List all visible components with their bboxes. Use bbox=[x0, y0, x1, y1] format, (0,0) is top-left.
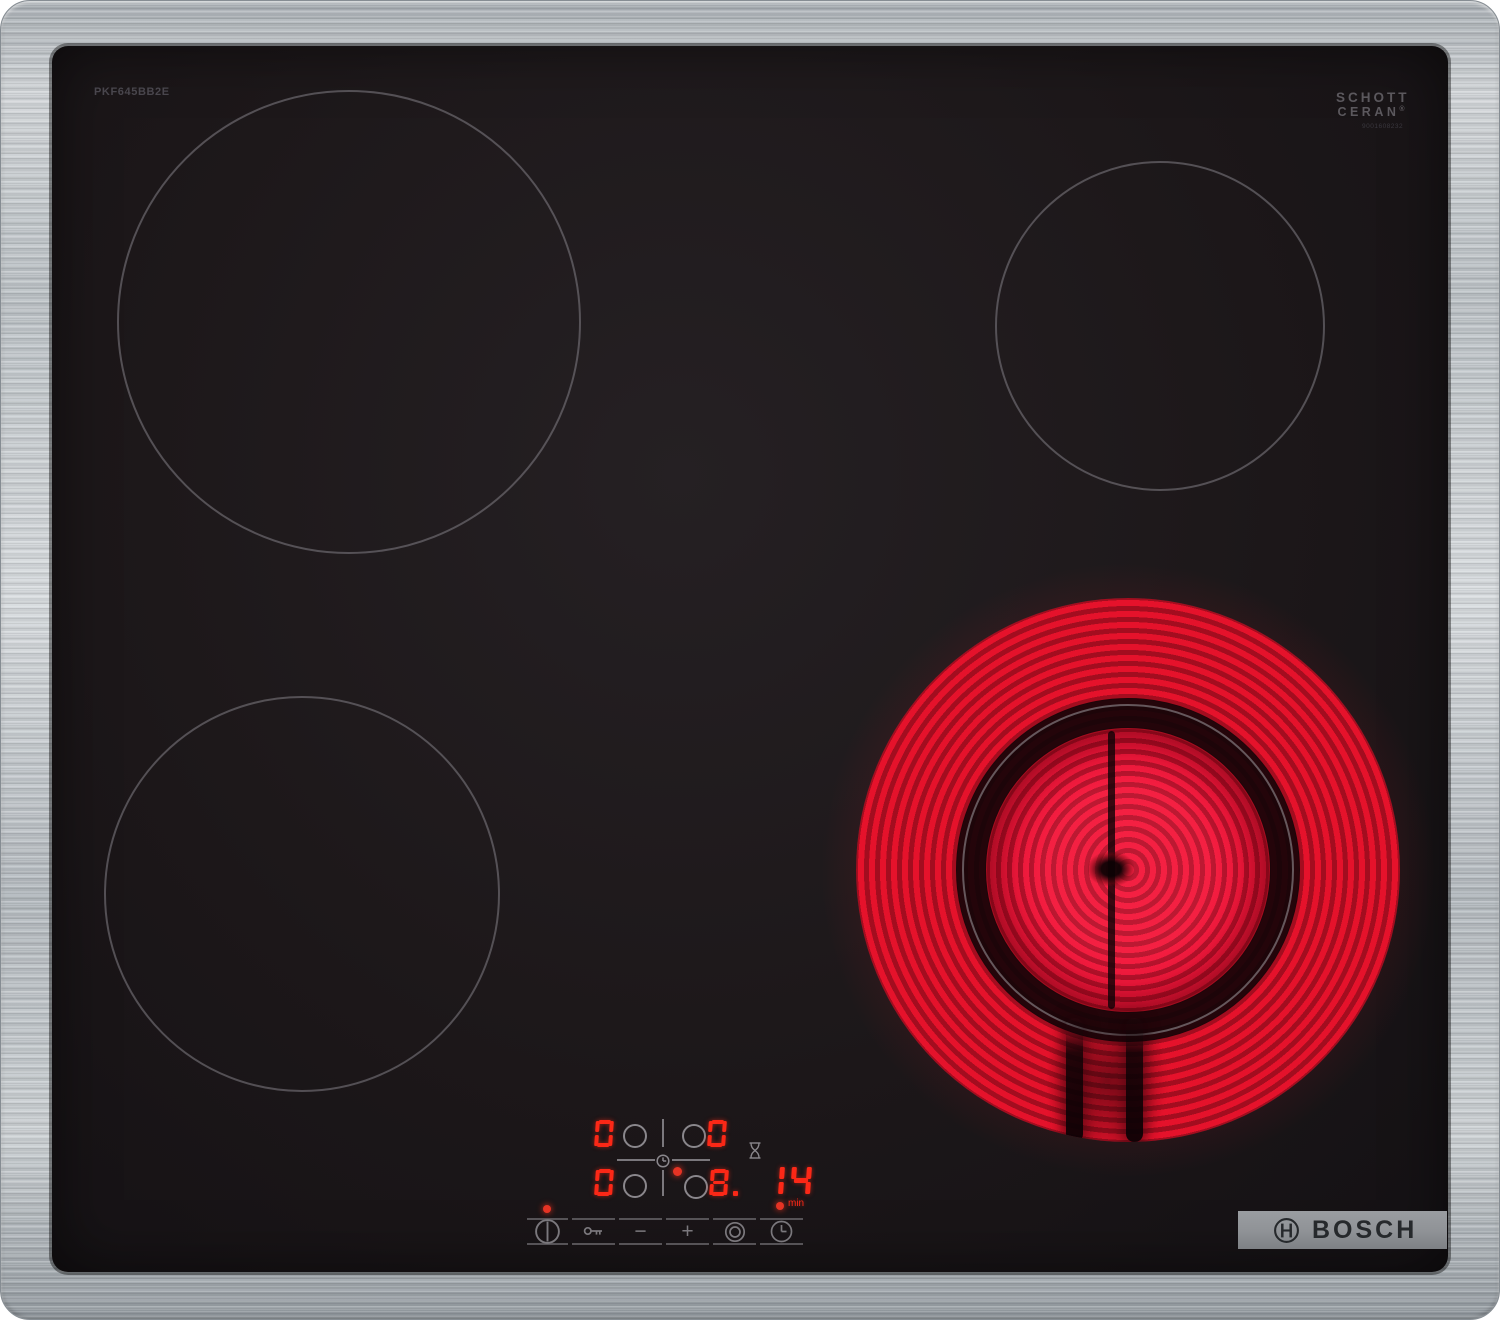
plus-sign: + bbox=[681, 1220, 694, 1243]
display-divider-vertical-bottom bbox=[662, 1170, 664, 1196]
zone-select-back-left[interactable] bbox=[623, 1124, 647, 1148]
zone-level-display-back-right bbox=[707, 1120, 727, 1147]
ceramic-glass-surface: PKF645BB2E SCHOTT CERAN® 9001608232 min … bbox=[52, 46, 1448, 1272]
timer-unit-label: min bbox=[788, 1198, 805, 1209]
zone-select-front-right[interactable] bbox=[684, 1175, 708, 1199]
key-icon bbox=[583, 1226, 602, 1236]
element-connector-slot bbox=[1066, 1018, 1083, 1142]
timer-display bbox=[764, 1165, 812, 1196]
schott-logo-line2: CERAN® bbox=[1337, 105, 1405, 120]
registered-mark: ® bbox=[1399, 106, 1405, 114]
hourglass-icon bbox=[749, 1142, 761, 1159]
timer-indicator-led bbox=[776, 1202, 784, 1210]
active-zone-indicator-led bbox=[673, 1167, 682, 1176]
zone-level-display-back-left bbox=[594, 1120, 614, 1147]
increase-button[interactable]: + bbox=[666, 1218, 709, 1245]
bosch-ceramic-hob: PKF645BB2E SCHOTT CERAN® 9001608232 min … bbox=[0, 0, 1500, 1320]
cooking-zone-front-right-active bbox=[856, 598, 1400, 1142]
model-number-label: PKF645BB2E bbox=[94, 86, 170, 98]
power-indicator-led bbox=[543, 1205, 551, 1213]
display-divider-horizontal-left bbox=[617, 1159, 655, 1161]
connector-shadow bbox=[1046, 1004, 1168, 1142]
element-center-mount bbox=[1088, 852, 1134, 886]
timer-button[interactable] bbox=[760, 1218, 803, 1245]
zone-level-display-front-right bbox=[709, 1169, 738, 1196]
bosch-brand-badge: BOSCH bbox=[1238, 1211, 1447, 1249]
dual-zone-button[interactable] bbox=[713, 1218, 756, 1245]
minus-sign: − bbox=[634, 1220, 647, 1243]
clock-icon bbox=[656, 1154, 670, 1168]
schott-ceran-logo: SCHOTT CERAN® 9001608232 bbox=[1336, 90, 1410, 131]
zone-level-display-front-left bbox=[594, 1169, 614, 1196]
dual-zone-icon bbox=[724, 1221, 745, 1242]
display-divider-horizontal-right bbox=[672, 1159, 710, 1161]
decrease-button[interactable]: − bbox=[619, 1218, 662, 1245]
cooking-zone-back-left bbox=[117, 90, 581, 554]
bosch-wordmark: BOSCH bbox=[1312, 1215, 1418, 1244]
glass-serial-number: 9001608232 bbox=[1362, 123, 1404, 131]
bosch-anchor-icon bbox=[1274, 1217, 1299, 1243]
zone-select-front-left[interactable] bbox=[623, 1174, 647, 1198]
schott-logo-line1: SCHOTT bbox=[1336, 90, 1410, 105]
power-icon bbox=[535, 1219, 560, 1244]
cooking-zone-back-right bbox=[995, 161, 1325, 491]
power-button[interactable] bbox=[527, 1218, 568, 1245]
element-connector-slot bbox=[1126, 1018, 1143, 1142]
child-lock-button[interactable] bbox=[572, 1218, 615, 1245]
clock-icon bbox=[770, 1220, 793, 1243]
zone-select-back-right[interactable] bbox=[682, 1124, 706, 1148]
cooking-zone-front-left bbox=[104, 696, 500, 1092]
display-divider-vertical-top bbox=[662, 1119, 664, 1147]
